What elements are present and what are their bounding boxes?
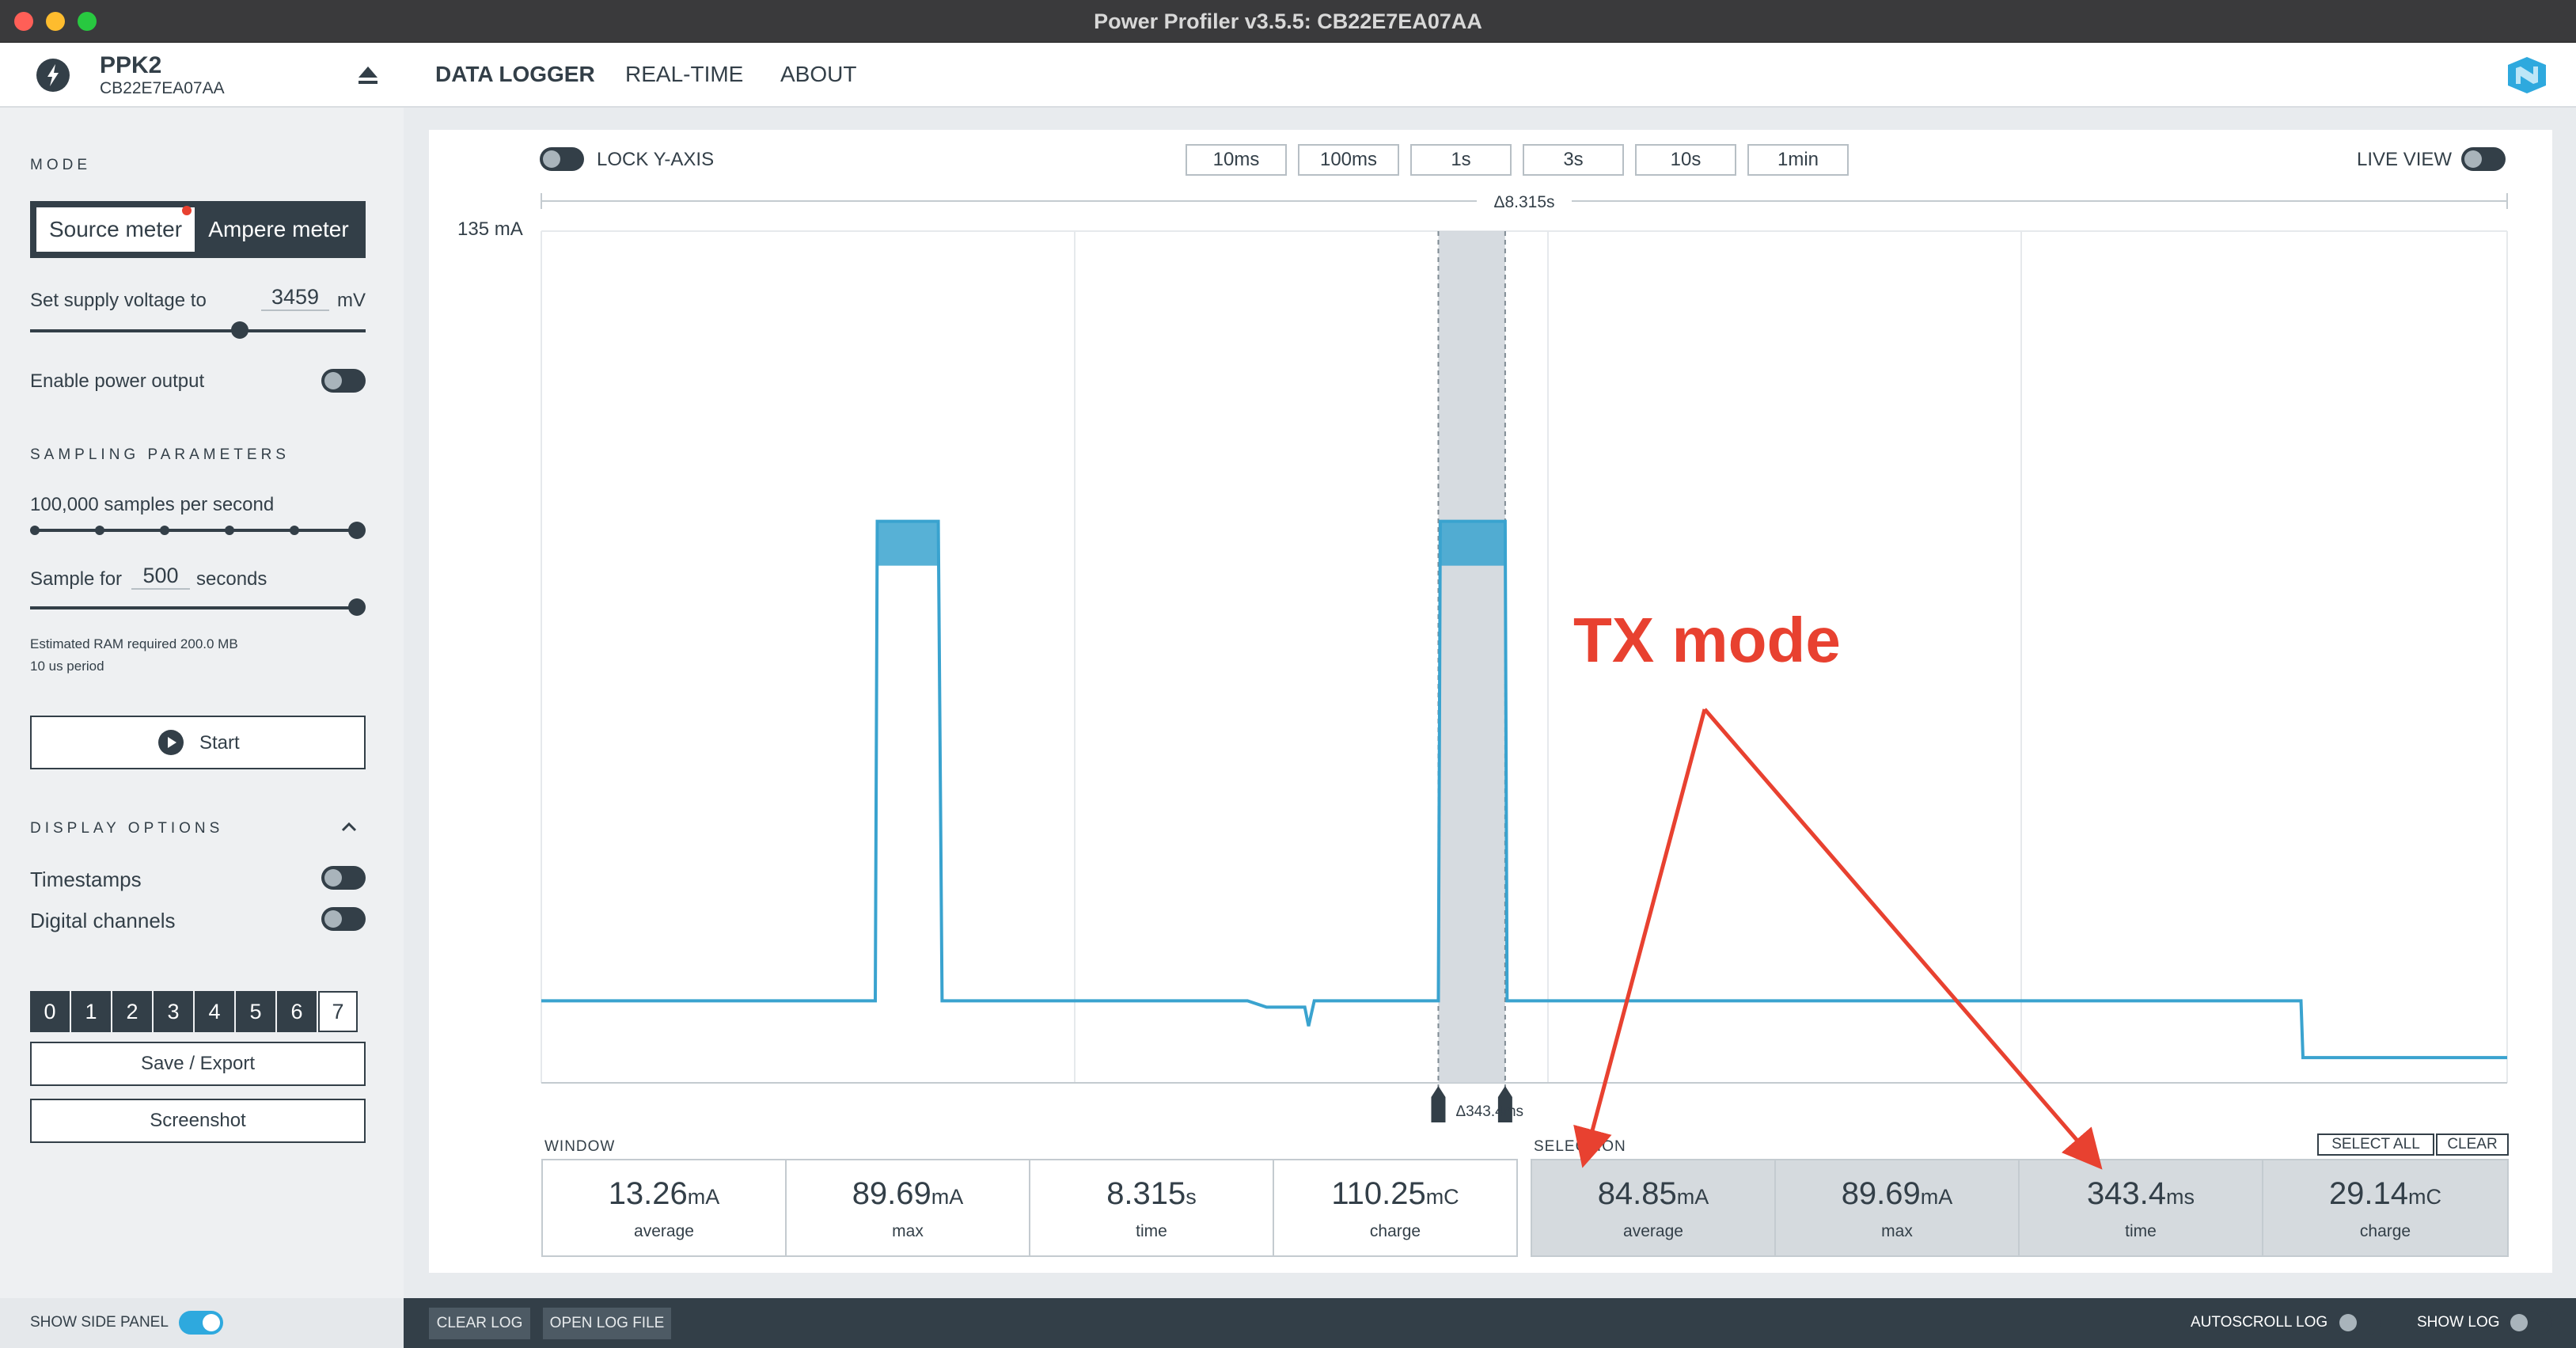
- side-panel-toggle-area: SHOW SIDE PANEL: [0, 1298, 404, 1348]
- current-trace: [541, 519, 2507, 1060]
- show-side-panel-label: SHOW SIDE PANEL: [30, 1314, 169, 1331]
- open-log-file-button[interactable]: OPEN LOG FILE: [543, 1308, 671, 1339]
- selection-cursors[interactable]: Δ343.4ms: [1431, 1086, 1523, 1122]
- span-label: Δ8.315s: [1493, 193, 1554, 211]
- clear-log-button[interactable]: CLEAR LOG: [429, 1308, 530, 1339]
- bottom-bar: SHOW SIDE PANEL CLEAR LOG OPEN LOG FILE …: [0, 1298, 2576, 1348]
- autoscroll-log-toggle[interactable]: [2336, 1311, 2381, 1335]
- selection-span-label: Δ343.4ms: [1455, 1103, 1523, 1120]
- arrow-to-time: [1703, 708, 2103, 1170]
- selection-region: [1438, 231, 1505, 1083]
- chart-span-indicator: Δ8.315s: [541, 190, 2508, 212]
- pulse-noise-band: [1440, 521, 1505, 566]
- pulse-noise-band: [877, 521, 939, 566]
- show-log-label: SHOW LOG: [2417, 1314, 2500, 1331]
- current-chart[interactable]: Δ8.315s Δ343.4ms TX mode: [0, 0, 2576, 1298]
- current-trace-line: [541, 519, 2507, 1060]
- tx-mode-label: TX mode: [1573, 605, 1841, 675]
- arrow-to-average: [1573, 708, 1707, 1168]
- chart-selection[interactable]: [1437, 231, 1506, 1099]
- selection-start-handle: [1431, 1086, 1446, 1122]
- chart-grid: [541, 230, 2508, 1084]
- autoscroll-log-label: AUTOSCROLL LOG: [2191, 1314, 2328, 1331]
- show-log-toggle[interactable]: [2507, 1311, 2551, 1335]
- tx-mode-annotation: TX mode: [1573, 605, 2103, 1170]
- show-side-panel-toggle[interactable]: [179, 1311, 223, 1335]
